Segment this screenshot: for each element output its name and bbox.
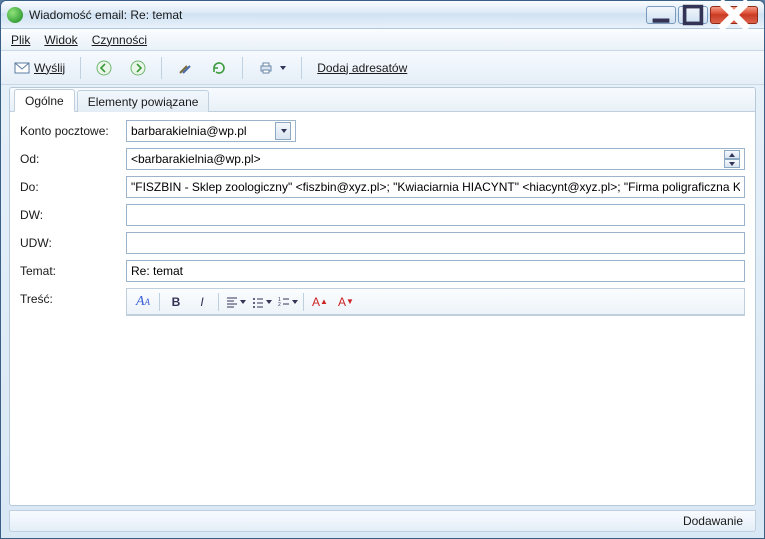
arrow-left-icon — [96, 60, 112, 76]
chevron-down-icon — [280, 66, 286, 70]
body-editor[interactable]: ----- Oryginalna wiadomość ----- Od: "An… — [126, 314, 745, 316]
to-field[interactable] — [126, 176, 745, 198]
window-title: Wiadomość email: Re: temat — [29, 8, 646, 22]
svg-text:2: 2 — [278, 302, 281, 308]
tools-icon — [177, 60, 193, 76]
refresh-button[interactable] — [204, 55, 234, 81]
italic-button[interactable]: I — [190, 291, 214, 313]
richtext-toolbar: AA B I 12 — [126, 288, 745, 314]
chevron-down-icon — [266, 300, 272, 304]
chevron-down-icon — [292, 300, 298, 304]
menu-view[interactable]: Widok — [44, 33, 77, 47]
send-label: Wyślij — [34, 61, 65, 75]
numbered-icon: 12 — [277, 295, 291, 309]
separator — [301, 57, 302, 79]
from-label: Od: — [20, 152, 120, 166]
subject-field[interactable] — [126, 260, 745, 282]
statusbar: Dodawanie — [9, 510, 756, 532]
cc-field[interactable] — [126, 204, 745, 226]
from-value: <barbarakielnia@wp.pl> — [131, 152, 720, 166]
client-area: Ogólne Elementy powiązane Konto pocztowe… — [9, 87, 756, 506]
bcc-label: UDW: — [20, 236, 120, 250]
numbered-list-button[interactable]: 12 — [275, 291, 299, 313]
separator — [80, 57, 81, 79]
chevron-down-icon[interactable] — [275, 122, 291, 140]
status-text: Dodawanie — [683, 514, 743, 528]
refresh-icon — [211, 60, 227, 76]
minimize-button[interactable] — [646, 6, 676, 24]
envelope-icon — [14, 60, 30, 76]
account-combo[interactable]: barbarakielnia@wp.pl — [126, 120, 296, 142]
tab-related[interactable]: Elementy powiązane — [77, 90, 210, 112]
chevron-down-icon — [240, 300, 246, 304]
bullets-icon — [251, 295, 265, 309]
to-label: Do: — [20, 180, 120, 194]
body-label: Treść: — [20, 288, 120, 306]
scroll-down-icon[interactable] — [728, 314, 744, 315]
titlebar[interactable]: Wiadomość email: Re: temat — [1, 1, 764, 29]
add-recipients-button[interactable]: Dodaj adresatów — [310, 55, 414, 81]
tabstrip: Ogólne Elementy powiązane — [10, 88, 755, 112]
scroll-up-icon[interactable] — [728, 315, 744, 316]
send-button[interactable]: Wyślij — [7, 55, 72, 81]
nav-forward-button[interactable] — [123, 55, 153, 81]
arrow-right-icon — [130, 60, 146, 76]
font-increase-button[interactable]: A▲ — [308, 291, 332, 313]
align-icon — [225, 295, 239, 309]
close-button[interactable] — [710, 6, 758, 24]
spin-up-icon[interactable] — [724, 150, 740, 159]
body-content[interactable]: ----- Oryginalna wiadomość ----- Od: "An… — [127, 315, 726, 316]
app-icon — [7, 7, 23, 23]
bold-button[interactable]: B — [164, 291, 188, 313]
tab-general[interactable]: Ogólne — [14, 89, 75, 112]
print-button[interactable] — [251, 55, 293, 81]
font-decrease-button[interactable]: A▼ — [334, 291, 358, 313]
account-value: barbarakielnia@wp.pl — [131, 124, 247, 138]
account-label: Konto pocztowe: — [20, 124, 120, 138]
spin-down-icon[interactable] — [724, 159, 740, 168]
email-compose-window: Wiadomość email: Re: temat Plik Widok Cz… — [0, 0, 765, 539]
menubar: Plik Widok Czynności — [1, 29, 764, 51]
separator — [161, 57, 162, 79]
menu-file[interactable]: Plik — [11, 33, 30, 47]
cc-label: DW: — [20, 208, 120, 222]
menu-actions[interactable]: Czynności — [92, 33, 147, 47]
separator — [242, 57, 243, 79]
printer-icon — [258, 60, 274, 76]
nav-back-button[interactable] — [89, 55, 119, 81]
tools-button[interactable] — [170, 55, 200, 81]
bcc-field[interactable] — [126, 232, 745, 254]
align-button[interactable] — [223, 291, 247, 313]
toolbar: Wyślij — [1, 51, 764, 85]
subject-label: Temat: — [20, 264, 120, 278]
from-field[interactable]: <barbarakielnia@wp.pl> — [126, 148, 745, 170]
maximize-button[interactable] — [678, 6, 708, 24]
font-button[interactable]: AA — [131, 291, 155, 313]
bullet-list-button[interactable] — [249, 291, 273, 313]
add-recipients-label: Dodaj adresatów — [317, 61, 407, 75]
form-area: Konto pocztowe: barbarakielnia@wp.pl Od:… — [10, 112, 755, 505]
